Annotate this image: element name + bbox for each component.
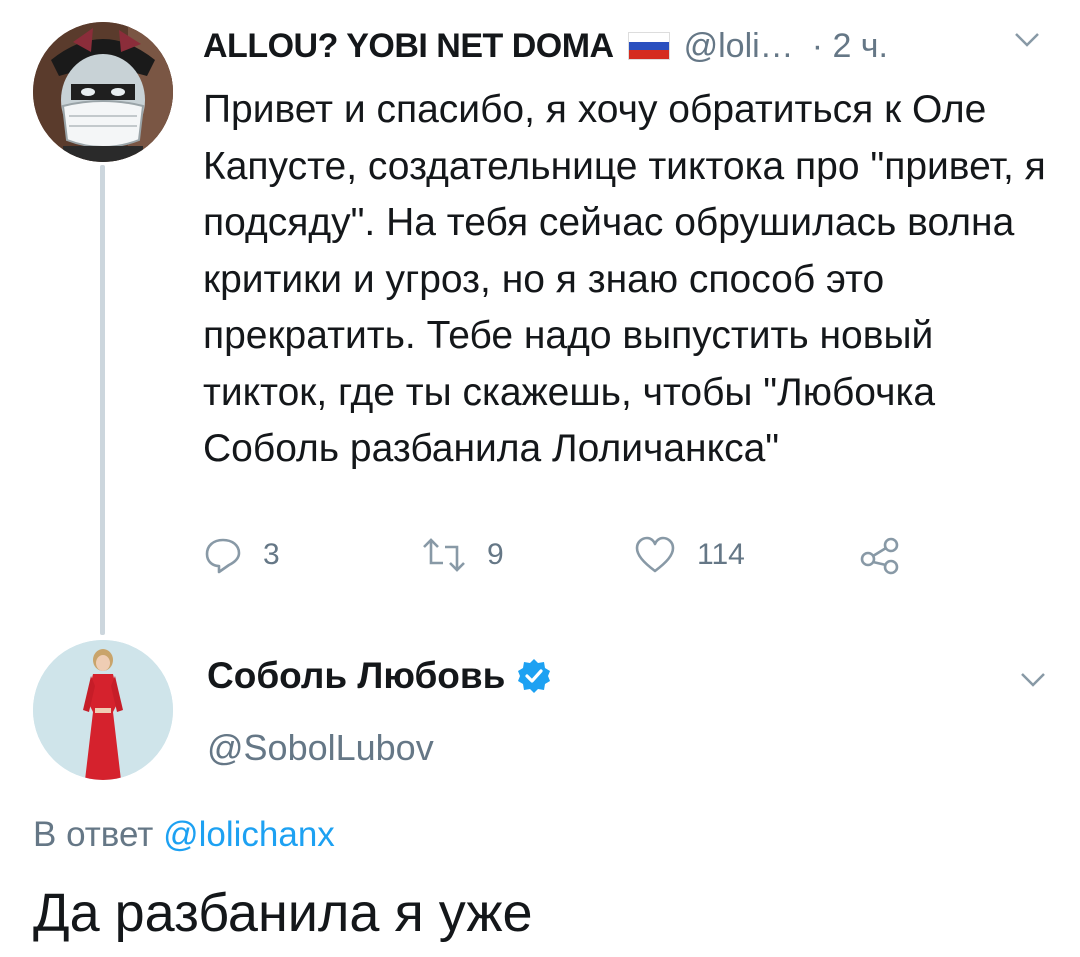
chevron-down-icon[interactable]: [1012, 28, 1042, 52]
like-count: 114: [697, 538, 745, 571]
tweet-time[interactable]: · 2 ч.: [812, 27, 888, 66]
tweet-actions: 3 9 114: [203, 530, 923, 580]
tweet-header: ALLOU? YOBI NET DOMA @loli… · 2 ч.: [203, 20, 888, 72]
heart-icon: [633, 535, 677, 575]
tweet-header: Соболь Любовь: [207, 655, 553, 697]
reply-icon: [203, 535, 243, 575]
reply-context: В ответ @lolichanx: [33, 815, 335, 855]
tweet-text: Привет и спасибо, я хочу обратиться к Ол…: [203, 88, 1046, 470]
display-name[interactable]: Соболь Любовь: [207, 655, 505, 697]
share-icon: [858, 535, 902, 575]
reply-button[interactable]: 3: [203, 530, 280, 580]
russia-flag-icon: [627, 32, 670, 60]
share-button[interactable]: [858, 530, 902, 580]
avatar[interactable]: [33, 640, 173, 780]
like-button[interactable]: 114: [633, 530, 745, 580]
display-name[interactable]: ALLOU? YOBI NET DOMA: [203, 27, 614, 66]
user-handle[interactable]: @SobolLubov: [207, 727, 434, 769]
verified-badge-icon: [515, 657, 553, 695]
avatar[interactable]: [33, 22, 173, 162]
tweet-text: Да разбанила я уже: [33, 883, 533, 943]
reply-prefix: В ответ: [33, 815, 154, 854]
retweet-button[interactable]: 9: [421, 530, 504, 580]
retweet-icon: [421, 535, 467, 575]
user-handle[interactable]: @loli…: [684, 27, 794, 66]
reply-handle-link[interactable]: @lolichanx: [163, 815, 335, 854]
reply-count: 3: [263, 538, 280, 571]
retweet-count: 9: [487, 538, 504, 571]
chevron-down-icon[interactable]: [1018, 668, 1048, 692]
thread-connector: [100, 165, 105, 635]
